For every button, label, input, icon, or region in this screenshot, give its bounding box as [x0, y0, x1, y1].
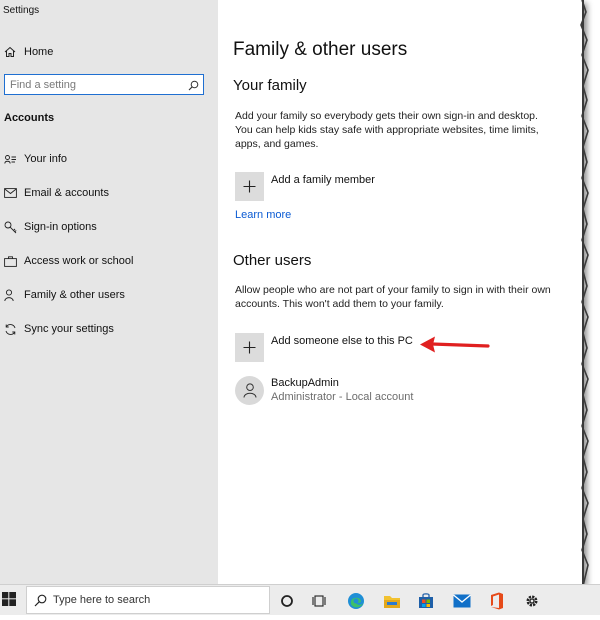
plus-icon	[235, 172, 264, 201]
other-users-description: Allow people who are not part of your fa…	[235, 284, 551, 310]
cortana-icon[interactable]	[277, 591, 297, 611]
avatar	[235, 376, 264, 405]
your-family-description: Add your family so everybody gets their …	[235, 110, 539, 150]
sidebar-item-email-accounts[interactable]: Email & accounts	[0, 181, 218, 205]
search-icon[interactable]	[188, 78, 199, 96]
window-title: Settings	[3, 5, 40, 16]
sidebar-item-label: Sign-in options	[24, 221, 97, 233]
nav-home[interactable]: Home	[0, 40, 218, 64]
page-title: Family & other users	[233, 39, 408, 60]
sidebar-item-label: Family & other users	[24, 289, 125, 301]
add-someone-else-button[interactable]: Add someone else to this PC	[235, 333, 413, 363]
add-family-member-button[interactable]: Add a family member	[235, 172, 375, 202]
sidebar-item-your-info[interactable]: Your info	[0, 147, 218, 171]
user-account-type: Administrator - Local account	[271, 391, 414, 403]
windows-start-icon[interactable]	[2, 592, 16, 611]
search-icon	[34, 594, 47, 607]
sidebar-item-label: Sync your settings	[24, 323, 114, 335]
nav-home-label: Home	[24, 46, 54, 58]
store-icon[interactable]	[416, 591, 436, 611]
sidebar-item-sign-in-options[interactable]: Sign-in options	[0, 215, 218, 239]
sidebar-item-label: Email & accounts	[24, 187, 109, 199]
mail-icon[interactable]	[452, 591, 472, 611]
sidebar-item-label: Your info	[24, 153, 68, 165]
mail-icon	[2, 188, 18, 198]
file-explorer-icon[interactable]	[382, 591, 402, 611]
office-icon[interactable]	[487, 591, 507, 611]
edge-icon[interactable]	[346, 591, 366, 611]
sidebar-item-access-work[interactable]: Access work or school	[0, 249, 218, 273]
taskbar-search-text: Type here to search	[53, 594, 151, 606]
sidebar-item-label: Access work or school	[24, 255, 134, 267]
key-icon	[2, 221, 18, 234]
user-backupadmin[interactable]: BackupAdmin Administrator - Local accoun…	[235, 376, 413, 405]
your-family-heading: Your family	[233, 77, 307, 94]
learn-more-link[interactable]: Learn more	[235, 209, 291, 221]
search-input[interactable]	[5, 78, 180, 91]
task-view-icon[interactable]	[310, 591, 330, 611]
settings-search-box[interactable]	[4, 74, 204, 95]
taskbar-search-box[interactable]: Type here to search	[26, 586, 270, 614]
home-icon	[2, 46, 18, 58]
settings-window: Settings Home Accounts Your info Email	[0, 0, 584, 584]
sidebar-item-family-other-users[interactable]: Family & other users	[0, 283, 218, 307]
person-card-icon	[2, 154, 18, 165]
sidebar: Settings Home Accounts Your info Email	[0, 0, 218, 584]
torn-edge-decoration	[580, 0, 589, 586]
add-someone-else-label: Add someone else to this PC	[271, 335, 413, 347]
add-family-member-label: Add a family member	[271, 174, 375, 186]
plus-icon	[235, 333, 264, 362]
settings-icon[interactable]	[522, 591, 542, 611]
other-users-heading: Other users	[233, 252, 312, 269]
taskbar: Type here to search	[0, 584, 600, 615]
briefcase-icon	[2, 255, 18, 267]
red-arrow-annotation	[420, 336, 490, 353]
user-name: BackupAdmin	[271, 377, 339, 389]
sync-icon	[2, 323, 18, 336]
person-add-icon	[2, 288, 18, 302]
sidebar-item-sync-settings[interactable]: Sync your settings	[0, 317, 218, 341]
section-heading-accounts: Accounts	[4, 112, 55, 124]
